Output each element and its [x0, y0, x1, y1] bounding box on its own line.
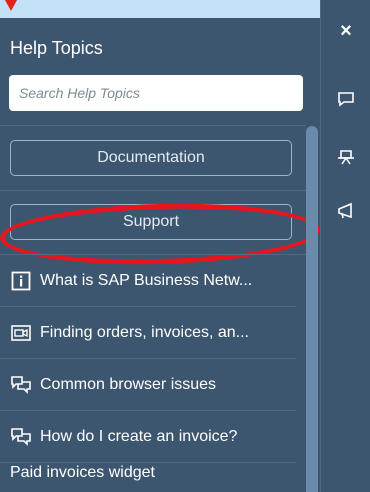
- presentation-icon[interactable]: [333, 144, 359, 170]
- divider: [0, 190, 306, 191]
- chat-bubbles-icon: [10, 426, 32, 448]
- topic-item[interactable]: Finding orders, invoices, an...: [0, 307, 296, 359]
- help-topics-panel: Help Topics Documentation Support What i…: [0, 18, 321, 492]
- topic-item[interactable]: Common browser issues: [0, 359, 296, 411]
- search-input[interactable]: [9, 75, 303, 111]
- topic-item[interactable]: What is SAP Business Netw...: [0, 255, 296, 307]
- scrollbar[interactable]: [306, 126, 318, 492]
- panel-title: Help Topics: [10, 38, 103, 58]
- topic-label: How do I create an invoice?: [40, 427, 238, 445]
- feedback-icon[interactable]: [333, 86, 359, 112]
- topic-label: Finding orders, invoices, an...: [40, 323, 249, 341]
- topic-item[interactable]: Paid invoices widget: [10, 464, 155, 482]
- documentation-button[interactable]: Documentation: [10, 140, 292, 176]
- annotation-arrow: [5, 0, 17, 11]
- top-strip: [0, 0, 370, 18]
- topic-label: What is SAP Business Netw...: [40, 271, 253, 289]
- divider: [0, 125, 306, 126]
- close-button[interactable]: ×: [333, 18, 359, 44]
- side-rail: ×: [320, 0, 370, 492]
- video-icon: [10, 322, 32, 344]
- chat-bubbles-icon: [10, 374, 32, 396]
- info-icon: [10, 270, 32, 292]
- topic-item[interactable]: How do I create an invoice?: [0, 411, 296, 463]
- announcement-icon[interactable]: [333, 198, 359, 224]
- topic-label: Common browser issues: [40, 375, 217, 393]
